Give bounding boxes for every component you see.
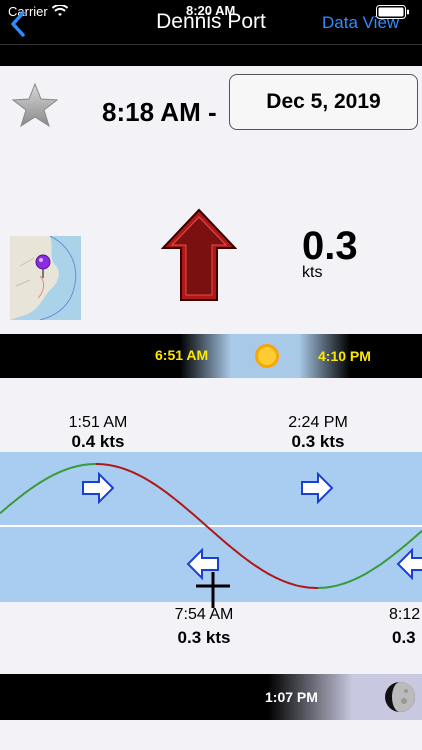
event-speed: 0.3 kts: [177, 628, 231, 647]
bottom-area: [0, 720, 422, 750]
event-time: 1:51 AM: [68, 414, 128, 431]
moon-bar: 1:07 PM: [0, 674, 422, 720]
data-view-button[interactable]: Data View: [322, 13, 399, 33]
event-speed: 0.3: [392, 628, 416, 647]
flow-direction-arrow-icon: [82, 471, 115, 505]
event-time: 7:54 AM: [174, 606, 234, 623]
flow-direction-arrow-icon: [301, 471, 334, 505]
current-speed-unit: kts: [302, 264, 323, 281]
map-thumbnail[interactable]: [10, 236, 81, 320]
sun-icon: [255, 344, 279, 368]
navigation-bar: Carrier 8:20 AM Dennis Port Data View: [0, 0, 422, 66]
event-time: 2:24 PM: [288, 414, 348, 431]
event-time: 8:12: [389, 606, 421, 623]
current-time-cursor: [196, 572, 230, 608]
nav-divider: [0, 44, 422, 45]
current-direction-arrow-icon: [161, 208, 237, 301]
current-speed-value: 0.3: [302, 224, 358, 268]
sunset-time: 4:10 PM: [318, 348, 371, 364]
flow-direction-arrow-icon: [396, 547, 422, 581]
date-picker-button[interactable]: Dec 5, 2019: [229, 74, 418, 130]
sun-bar: 6:51 AM 4:10 PM: [0, 334, 422, 378]
sunrise-time: 6:51 AM: [155, 347, 209, 363]
favorite-star-icon[interactable]: [12, 82, 58, 128]
moon-phase-icon: [385, 682, 415, 712]
current-time-label: 8:18 AM -: [102, 97, 217, 127]
event-speed: 0.3 kts: [291, 432, 345, 451]
moonrise-time: 1:07 PM: [265, 689, 318, 705]
event-speed: 0.4 kts: [71, 432, 125, 451]
